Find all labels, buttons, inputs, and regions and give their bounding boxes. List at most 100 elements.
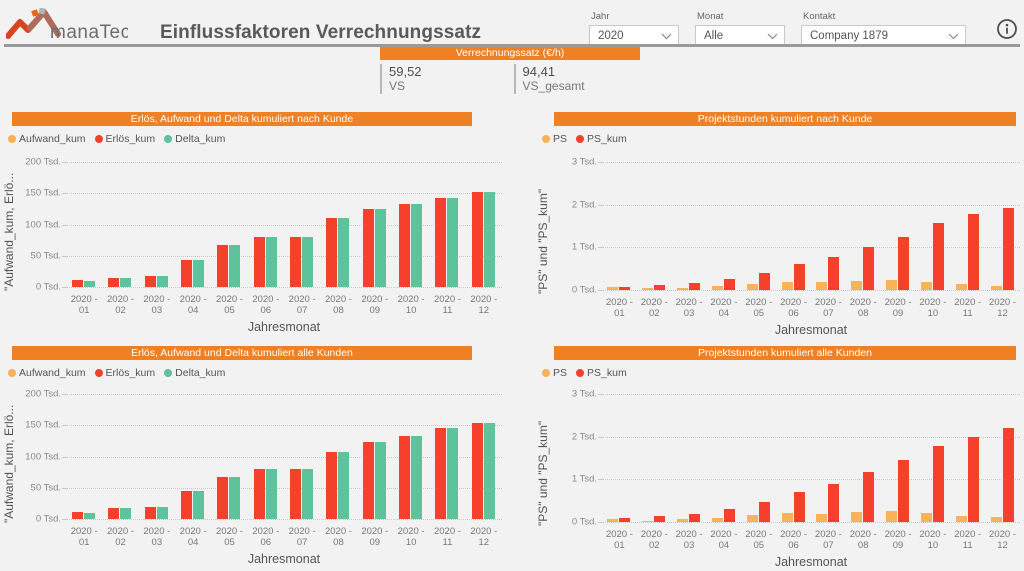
bar-ps-kum[interactable] (898, 237, 910, 290)
bar-ps-kum[interactable] (758, 272, 770, 290)
bar-group[interactable] (357, 394, 393, 519)
bar-ps[interactable] (642, 288, 654, 290)
bar-group[interactable] (985, 394, 1020, 522)
bar-ps-kum[interactable] (723, 509, 735, 522)
bar-delta-kum[interactable] (411, 435, 423, 519)
bar-ps[interactable] (920, 281, 932, 290)
bar-ps-kum[interactable] (1002, 207, 1014, 290)
bar-delta-kum[interactable] (120, 277, 132, 287)
bar-erl-s-kum[interactable] (435, 428, 447, 519)
bar-group[interactable] (846, 394, 881, 522)
bar-group[interactable] (776, 394, 811, 522)
bar-erl-s-kum[interactable] (435, 197, 447, 287)
bar-group[interactable] (985, 162, 1020, 290)
bar-group[interactable] (846, 162, 881, 290)
legend-item-delta-kum[interactable]: Delta_kum (164, 133, 225, 145)
bar-delta-kum[interactable] (338, 451, 350, 519)
bar-delta-kum[interactable] (483, 192, 495, 287)
bar-delta-kum[interactable] (447, 428, 459, 519)
bar-ps-kum[interactable] (619, 286, 631, 290)
bar-group[interactable] (66, 162, 102, 287)
bar-erl-s-kum[interactable] (326, 451, 338, 519)
bar-group[interactable] (881, 162, 916, 290)
bar-ps[interactable] (781, 282, 793, 290)
bar-erl-s-kum[interactable] (217, 476, 229, 519)
legend-item-aufwand-kum[interactable]: Aufwand_kum (8, 367, 86, 379)
bar-group[interactable] (284, 162, 320, 287)
bar-group[interactable] (175, 394, 211, 519)
bar-group[interactable] (672, 162, 707, 290)
bar-ps-kum[interactable] (723, 278, 735, 290)
bar-delta-kum[interactable] (338, 217, 350, 287)
bar-group[interactable] (66, 394, 102, 519)
filter-monat-select[interactable]: Alle (695, 25, 785, 46)
legend-item-erl-s-kum[interactable]: Erlös_kum (94, 133, 155, 145)
bar-group[interactable] (248, 394, 284, 519)
bar-group[interactable] (602, 394, 637, 522)
bar-ps[interactable] (607, 286, 619, 290)
bar-erl-s-kum[interactable] (290, 469, 302, 519)
legend-item-delta-kum[interactable]: Delta_kum (164, 367, 225, 379)
bar-erl-s-kum[interactable] (362, 442, 374, 519)
bar-group[interactable] (915, 162, 950, 290)
bar-delta-kum[interactable] (374, 208, 386, 287)
bar-ps[interactable] (886, 280, 898, 290)
bar-ps[interactable] (886, 511, 898, 522)
bar-ps[interactable] (920, 513, 932, 522)
bar-ps[interactable] (990, 517, 1002, 522)
bar-ps-kum[interactable] (828, 256, 840, 290)
legend-item-erl-s-kum[interactable]: Erlös_kum (94, 367, 155, 379)
bar-delta-kum[interactable] (229, 245, 241, 287)
bar-group[interactable] (393, 394, 429, 519)
bar-group[interactable] (102, 162, 138, 287)
bar-ps-kum[interactable] (967, 436, 979, 522)
filter-kontakt-select[interactable]: Company 1879 (801, 25, 966, 46)
bar-group[interactable] (637, 394, 672, 522)
bar-group[interactable] (466, 162, 502, 287)
bar-ps[interactable] (642, 520, 654, 522)
bar-delta-kum[interactable] (120, 508, 132, 519)
bar-group[interactable] (741, 162, 776, 290)
bar-erl-s-kum[interactable] (253, 469, 265, 519)
legend-item-ps[interactable]: PS (542, 133, 567, 145)
filter-jahr-select[interactable]: 2020 (589, 25, 679, 46)
bar-ps[interactable] (607, 518, 619, 522)
bar-ps-kum[interactable] (967, 214, 979, 290)
bar-erl-s-kum[interactable] (399, 203, 411, 287)
bar-group[interactable] (211, 394, 247, 519)
bar-group[interactable] (248, 162, 284, 287)
bar-delta-kum[interactable] (84, 280, 96, 287)
bar-delta-kum[interactable] (302, 469, 314, 519)
bar-erl-s-kum[interactable] (108, 277, 120, 287)
bar-ps[interactable] (711, 517, 723, 522)
bar-ps[interactable] (781, 513, 793, 522)
bar-group[interactable] (320, 162, 356, 287)
bar-ps[interactable] (677, 287, 689, 290)
bar-group[interactable] (102, 394, 138, 519)
bar-ps-kum[interactable] (758, 501, 770, 522)
bar-group[interactable] (357, 162, 393, 287)
bar-ps-kum[interactable] (654, 285, 666, 290)
bar-ps-kum[interactable] (689, 282, 701, 290)
legend-item-ps-kum[interactable]: PS_kum (576, 367, 627, 379)
bar-ps-kum[interactable] (793, 264, 805, 290)
bar-delta-kum[interactable] (265, 469, 277, 519)
bar-group[interactable] (466, 394, 502, 519)
bar-delta-kum[interactable] (193, 490, 205, 519)
bar-delta-kum[interactable] (229, 476, 241, 519)
bar-delta-kum[interactable] (302, 237, 314, 287)
bar-erl-s-kum[interactable] (217, 245, 229, 287)
bar-delta-kum[interactable] (265, 237, 277, 287)
bar-erl-s-kum[interactable] (72, 512, 84, 519)
bar-ps[interactable] (816, 514, 828, 522)
bar-delta-kum[interactable] (483, 423, 495, 519)
bar-ps[interactable] (746, 515, 758, 522)
info-icon[interactable] (996, 18, 1018, 40)
bar-ps-kum[interactable] (654, 516, 666, 522)
bar-group[interactable] (950, 162, 985, 290)
bar-ps[interactable] (677, 519, 689, 522)
legend-item-ps[interactable]: PS (542, 367, 567, 379)
legend-item-aufwand-kum[interactable]: Aufwand_kum (8, 133, 86, 145)
bar-ps-kum[interactable] (932, 446, 944, 522)
bar-ps-kum[interactable] (793, 492, 805, 522)
